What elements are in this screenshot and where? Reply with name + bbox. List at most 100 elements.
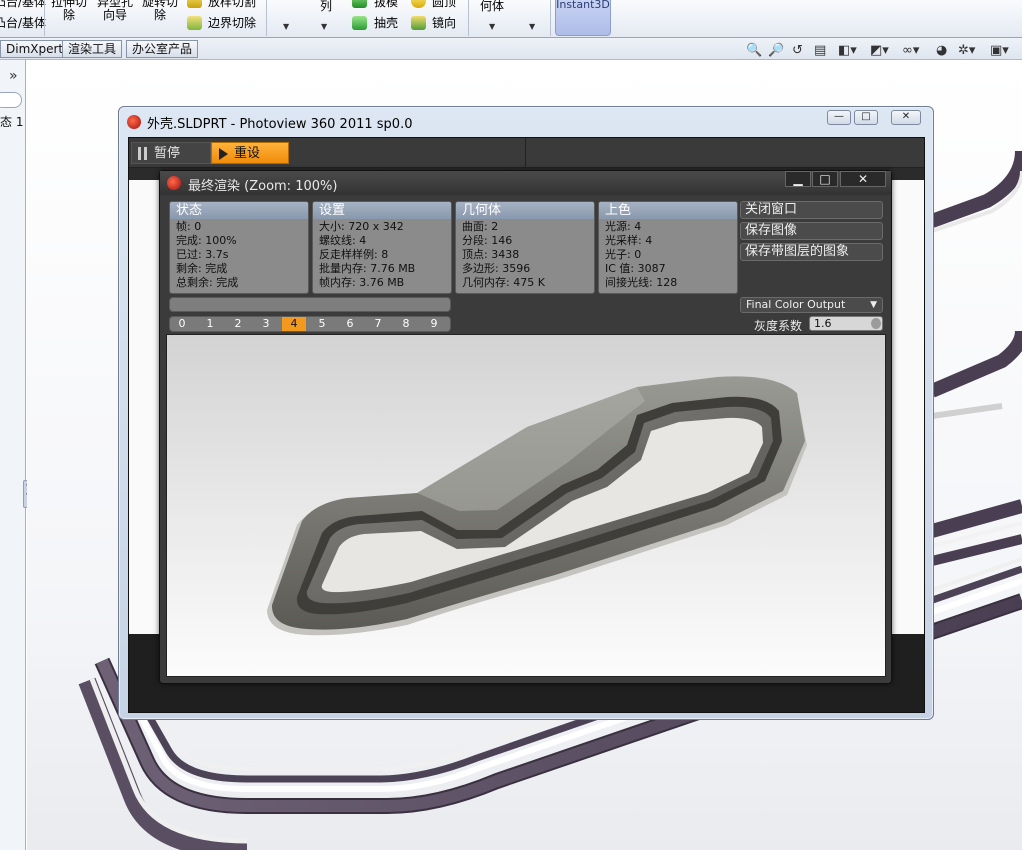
shading-light-samples: 光采样: 4 bbox=[605, 234, 653, 247]
reference-geometry-button[interactable]: 何体 bbox=[480, 0, 504, 13]
render-output-image bbox=[166, 334, 886, 677]
settings-header: 设置 bbox=[313, 202, 451, 219]
tab-render-tools[interactable]: 渲染工具 bbox=[62, 40, 123, 58]
boss-base-label-1[interactable]: 凸台/基体 bbox=[0, 0, 46, 9]
revolve-cut-button[interactable]: 旋转切 除 bbox=[141, 0, 179, 22]
status-frame: 帧: 0 bbox=[176, 220, 202, 233]
expand-chevron-icon[interactable]: » bbox=[9, 68, 18, 84]
boss-base-label-2[interactable]: 凸台/基体 bbox=[0, 17, 46, 30]
apply-scene-icon[interactable]: ✲▾ bbox=[958, 43, 975, 58]
render-progress-bar bbox=[169, 297, 451, 312]
dialog-restore-button[interactable]: □ bbox=[812, 171, 838, 187]
settings-bucket-memory: 批量内存: 7.76 MB bbox=[319, 262, 416, 275]
sweep-cut-button[interactable]: 放样切割 bbox=[208, 0, 256, 9]
dialog-close-button[interactable]: ✕ bbox=[840, 171, 886, 187]
close-window-button[interactable]: 关闭窗口 bbox=[740, 201, 883, 219]
frame-5-button[interactable]: 5 bbox=[310, 317, 334, 331]
frame-1-button[interactable]: 1 bbox=[198, 317, 222, 331]
shell-part bbox=[267, 376, 807, 636]
settings-panel: 设置 大小: 720 x 342 螺纹线: 4 反走样样例: 8 批量内存: 7… bbox=[312, 201, 452, 294]
part-outline-ring-right bbox=[929, 150, 1022, 566]
frame-8-button[interactable]: 8 bbox=[394, 317, 418, 331]
display-style-icon[interactable]: ◩▾ bbox=[870, 43, 889, 58]
frame-2-button[interactable]: 2 bbox=[226, 317, 250, 331]
close-button[interactable]: ✕ bbox=[891, 110, 921, 125]
dome-button[interactable]: 圆顶 bbox=[432, 0, 456, 9]
shading-ic-value: IC 值: 3087 bbox=[605, 262, 666, 275]
geometry-memory: 几何内存: 475 K bbox=[462, 276, 545, 289]
tab-dimxpert[interactable]: DimXpert bbox=[0, 40, 70, 58]
section-view-icon[interactable]: ▤ bbox=[814, 43, 826, 58]
reset-label: 重设 bbox=[234, 146, 261, 161]
gamma-spinner-icon[interactable] bbox=[871, 318, 881, 329]
edit-appearance-icon[interactable]: ◕ bbox=[936, 43, 947, 58]
hide-show-items-icon[interactable]: ∞▾ bbox=[902, 43, 919, 58]
ribbon-divider bbox=[550, 0, 551, 36]
boundary-cut-icon bbox=[187, 16, 202, 30]
boundary-cut-button[interactable]: 边界切除 bbox=[208, 17, 256, 30]
sweep-cut-icon bbox=[187, 0, 202, 8]
view-orientation-icon[interactable]: ◧▾ bbox=[838, 43, 857, 58]
feature-manager-panel: » 态 1 ‹‹ bbox=[0, 60, 31, 850]
pattern-dropdown-icon[interactable]: ▼ bbox=[321, 22, 327, 31]
mirror-icon bbox=[411, 16, 426, 30]
frame-4-button[interactable]: 4 bbox=[282, 317, 306, 331]
pause-button[interactable]: 暂停 bbox=[131, 142, 211, 164]
geometry-dropdown-icon[interactable]: ▼ bbox=[489, 22, 495, 31]
settings-threads: 螺纹线: 4 bbox=[319, 234, 367, 247]
settings-frame-memory: 帧内存: 3.76 MB bbox=[319, 276, 405, 289]
frame-7-button[interactable]: 7 bbox=[366, 317, 390, 331]
frame-3-button[interactable]: 3 bbox=[254, 317, 278, 331]
gamma-value: 1.6 bbox=[814, 317, 832, 330]
ribbon-divider bbox=[266, 0, 267, 36]
final-render-titlebar: 最终渲染 (Zoom: 100%) ▁ □ ✕ bbox=[160, 171, 891, 195]
save-image-button[interactable]: 保存图像 bbox=[740, 222, 883, 240]
frame-6-button[interactable]: 6 bbox=[338, 317, 362, 331]
shading-indirect-rays: 间接光线: 128 bbox=[605, 276, 678, 289]
instant3d-button[interactable]: Instant3D bbox=[555, 0, 611, 36]
geometry-surfaces: 曲面: 2 bbox=[462, 220, 499, 233]
pattern-button[interactable]: 列 bbox=[320, 0, 332, 13]
zoom-to-fit-icon[interactable]: 🔍 bbox=[746, 43, 762, 58]
reset-button[interactable]: 重设 bbox=[211, 142, 289, 164]
dialog-minimize-button[interactable]: ▁ bbox=[785, 171, 811, 187]
previous-view-icon[interactable]: ↺ bbox=[792, 43, 803, 58]
status-complete: 完成: 100% bbox=[176, 234, 237, 247]
settings-size: 大小: 720 x 342 bbox=[319, 220, 404, 233]
view-settings-icon[interactable]: ▣▾ bbox=[990, 43, 1009, 58]
draft-button[interactable]: 拔模 bbox=[374, 0, 398, 9]
tab-office-products[interactable]: 办公室产品 bbox=[126, 40, 199, 58]
curves-dropdown-icon[interactable]: ▼ bbox=[529, 22, 535, 31]
geometry-panel: 几何体 曲面: 2 分段: 146 顶点: 3438 多边形: 3596 几何内… bbox=[455, 201, 595, 294]
filter-field[interactable] bbox=[0, 92, 22, 108]
geometry-polygons: 多边形: 3596 bbox=[462, 262, 531, 275]
final-render-dialog: 最终渲染 (Zoom: 100%) ▁ □ ✕ 状态 帧: 0 完成: 100%… bbox=[159, 170, 892, 684]
hole-wizard-button[interactable]: 异型孔 向导 bbox=[96, 0, 134, 22]
maximize-button[interactable]: □ bbox=[854, 110, 878, 125]
zoom-to-area-icon[interactable]: 🔎 bbox=[768, 43, 784, 58]
status-elapsed: 已过: 3.7s bbox=[176, 248, 229, 261]
pause-label: 暂停 bbox=[154, 146, 181, 161]
geometry-segments: 分段: 146 bbox=[462, 234, 513, 247]
shading-lights: 光源: 4 bbox=[605, 220, 642, 233]
status-remaining: 剩余: 完成 bbox=[176, 262, 228, 275]
gamma-input[interactable]: 1.6 bbox=[809, 316, 883, 331]
photoview-app-icon bbox=[127, 115, 141, 129]
mirror-button[interactable]: 镜向 bbox=[432, 17, 456, 30]
output-channel-select[interactable]: Final Color Output ▼ bbox=[740, 297, 883, 313]
extrude-cut-button[interactable]: 拉伸切 除 bbox=[50, 0, 88, 22]
shading-photons: 光子: 0 bbox=[605, 248, 642, 261]
frame-0-button[interactable]: 0 bbox=[170, 317, 194, 331]
geometry-header: 几何体 bbox=[456, 202, 594, 219]
frame-9-button[interactable]: 9 bbox=[422, 317, 446, 331]
minimize-button[interactable]: — bbox=[827, 110, 851, 125]
shell-button[interactable]: 抽壳 bbox=[374, 17, 398, 30]
status-panel: 状态 帧: 0 完成: 100% 已过: 3.7s 剩余: 完成 总剩余: 完成 bbox=[169, 201, 309, 294]
final-render-title: 最终渲染 (Zoom: 100%) bbox=[188, 179, 338, 194]
save-image-with-layers-button[interactable]: 保存带图层的图象 bbox=[740, 243, 883, 261]
toolbar-divider bbox=[525, 138, 526, 168]
geometry-vertices: 顶点: 3438 bbox=[462, 248, 520, 261]
settings-antialias: 反走样样例: 8 bbox=[319, 248, 389, 261]
draft-icon bbox=[352, 0, 367, 8]
dropdown-arrow-icon[interactable]: ▼ bbox=[283, 22, 289, 31]
